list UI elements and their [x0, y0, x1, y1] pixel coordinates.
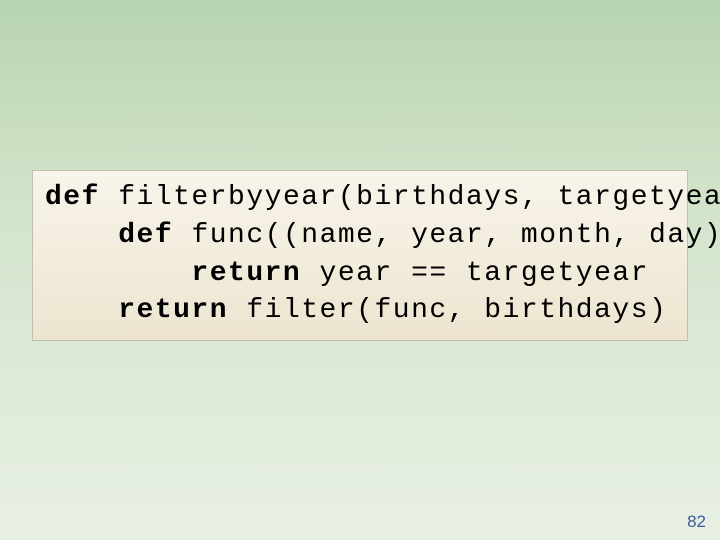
keyword: return [191, 258, 301, 289]
code-text: func((name, year, month, day)): [173, 220, 720, 251]
keyword: def [45, 182, 100, 213]
code-text: year == targetyear [301, 258, 649, 289]
code-text: filter(func, birthdays) [228, 295, 667, 326]
page-number: 82 [687, 512, 706, 532]
code-line: def filterbyyear(birthdays, targetyear): [45, 179, 675, 217]
code-line: return filter(func, birthdays) [45, 292, 675, 330]
code-text: filterbyyear(birthdays, targetyear): [100, 182, 720, 213]
code-line: return year == targetyear [45, 255, 675, 293]
slide: def filterbyyear(birthdays, targetyear):… [0, 0, 720, 540]
indent [45, 295, 118, 326]
indent [45, 220, 118, 251]
keyword: return [118, 295, 228, 326]
code-block: def filterbyyear(birthdays, targetyear):… [32, 170, 688, 341]
indent [45, 258, 191, 289]
keyword: def [118, 220, 173, 251]
code-line: def func((name, year, month, day)): [45, 217, 675, 255]
